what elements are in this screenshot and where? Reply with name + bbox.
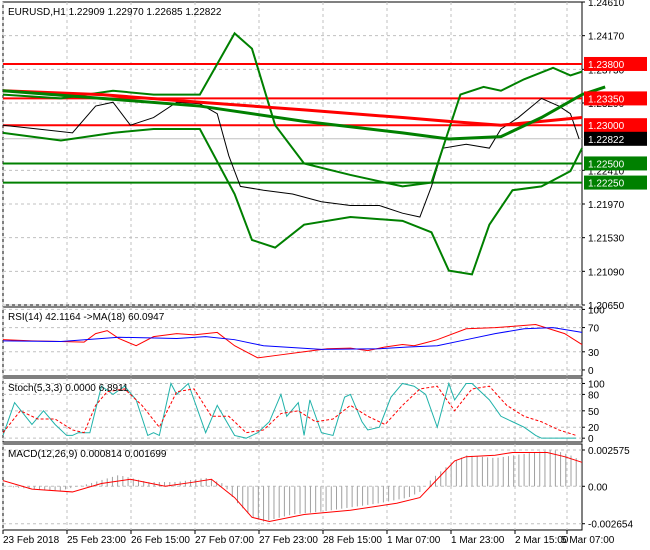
level-price-label: 1.23800	[588, 60, 625, 71]
y-tick-label: 0.002575	[588, 446, 630, 457]
level-price-label: 1.23350	[588, 94, 625, 105]
level-price-label: 1.22250	[588, 179, 625, 190]
y-tick-label: 70	[588, 324, 600, 335]
y-tick-label: 1.21530	[588, 234, 625, 245]
x-tick-label: 28 Feb 15:00	[323, 535, 382, 546]
y-tick-label: 50	[588, 407, 600, 418]
y-tick-label: 30	[588, 348, 600, 359]
chart-window: 1.246101.241701.237301.232901.224101.219…	[0, 0, 650, 550]
x-tick-label: 23 Feb 2018	[3, 535, 60, 546]
x-tick-label: 25 Feb 23:00	[67, 535, 126, 546]
level-price-label: 1.22822	[588, 135, 625, 146]
panel-title: MACD(12,26,9) 0.000814 0.001699	[8, 449, 167, 460]
panel-title: RSI(14) 42.1164 ->MA(18) 60.0947	[8, 312, 165, 323]
y-tick-label: 100	[588, 305, 605, 316]
chart-canvas[interactable]: 1.246101.241701.237301.232901.224101.219…	[0, 0, 650, 550]
y-tick-label: 80	[588, 390, 600, 401]
x-tick-label: 1 Mar 23:00	[451, 535, 505, 546]
x-tick-label: 27 Feb 07:00	[195, 535, 254, 546]
panel-title: Stoch(5,3,3) 0.0000 6.8911	[8, 383, 129, 394]
y-tick-label: 1.21090	[588, 267, 625, 278]
y-tick-label: 1.24610	[588, 0, 625, 9]
y-tick-label: 20	[588, 423, 600, 434]
x-tick-label: 26 Feb 15:00	[131, 535, 190, 546]
y-tick-label: 1.21970	[588, 200, 625, 211]
x-tick-label: 5 Mar 07:00	[561, 535, 615, 546]
x-tick-label: 27 Feb 23:00	[259, 535, 318, 546]
y-tick-label: -0.002654	[588, 520, 633, 531]
y-tick-label: 1.24170	[588, 32, 625, 43]
panel-title: EURUSD,H1 1.22909 1.22970 1.22685 1.2282…	[8, 7, 222, 18]
panel-frame	[2, 1, 583, 306]
y-tick-label: 100	[588, 379, 605, 390]
level-price-label: 1.22500	[588, 159, 625, 170]
y-tick-label: 0	[588, 434, 594, 445]
x-tick-label: 1 Mar 07:00	[387, 535, 441, 546]
y-tick-label: 0	[588, 366, 594, 377]
level-price-label: 1.23000	[588, 121, 625, 132]
y-tick-label: 0.00	[588, 482, 608, 493]
